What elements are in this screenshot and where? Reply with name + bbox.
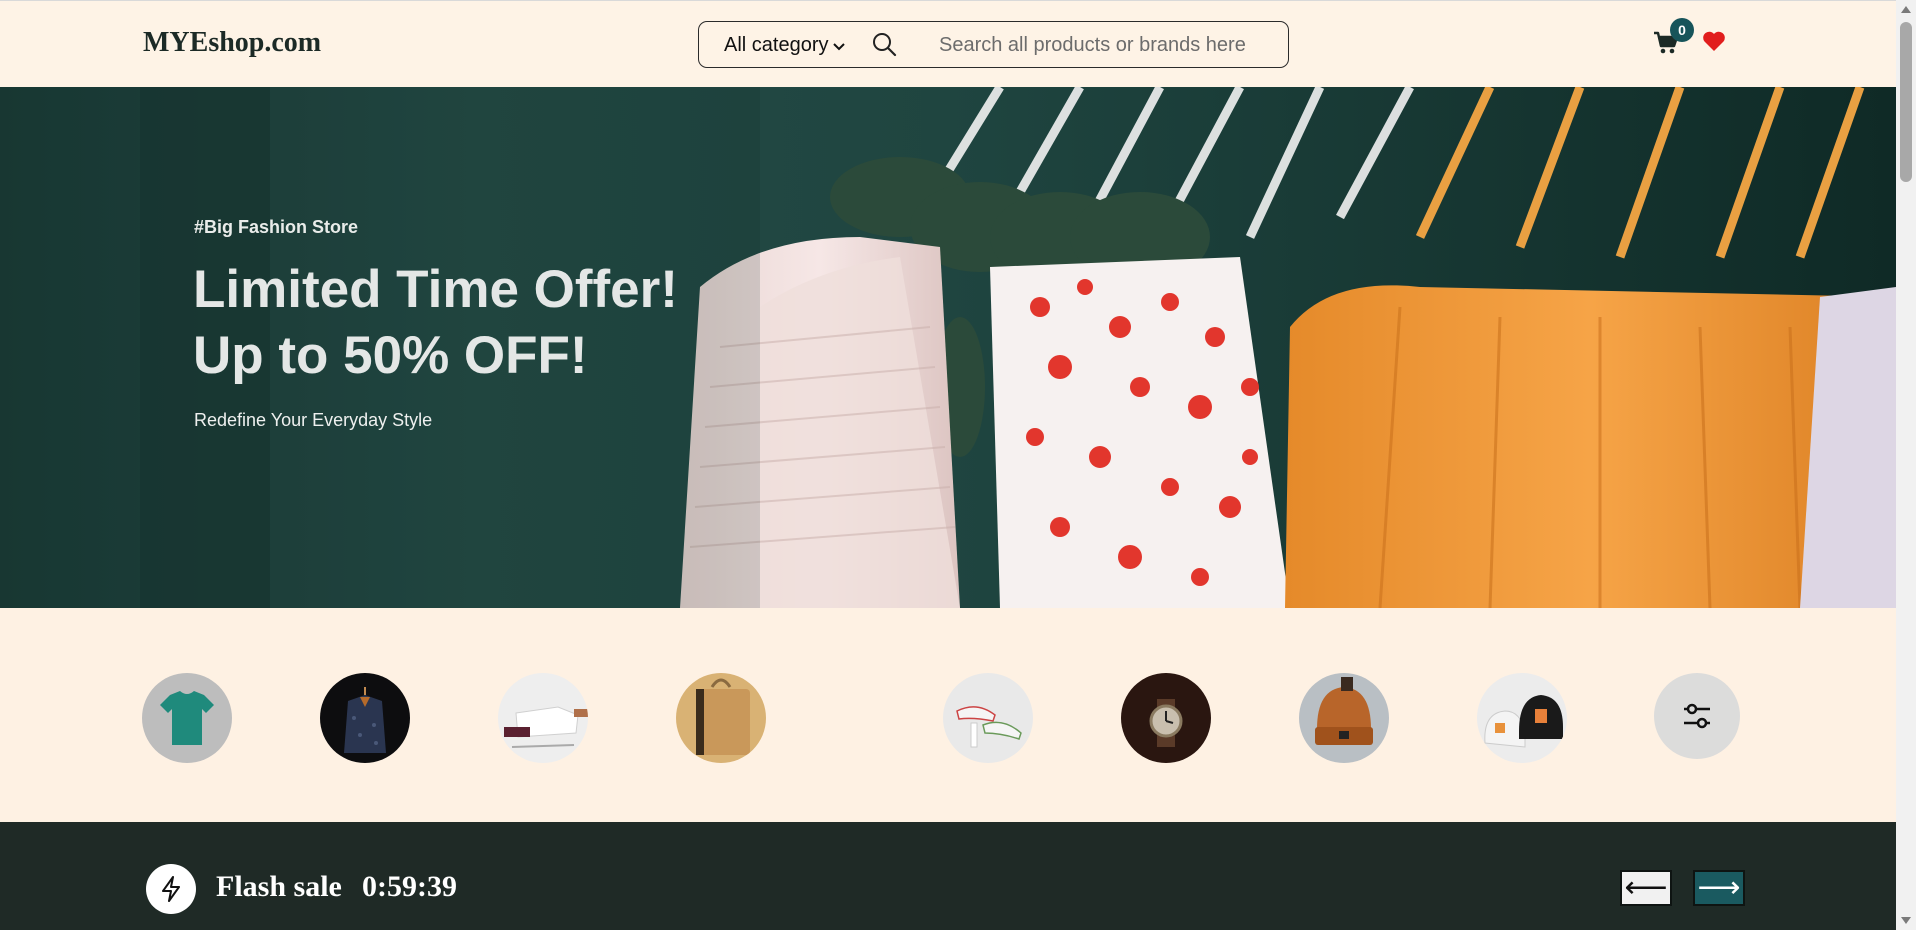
flash-sale-timer: 0:59:39 xyxy=(362,870,457,903)
hero-title-line2: Up to 50% OFF! xyxy=(193,326,588,385)
bag-icon xyxy=(676,673,766,763)
hero-title-line1: Limited Time Offer! xyxy=(193,260,678,319)
site-logo[interactable]: MYEshop.com xyxy=(143,27,321,59)
category-row xyxy=(0,608,1896,822)
scroll-up-arrow-icon[interactable] xyxy=(1901,6,1911,13)
page-scrollbar[interactable] xyxy=(1896,0,1916,930)
category-shirt[interactable] xyxy=(498,673,588,763)
category-sneakers[interactable] xyxy=(943,673,1033,763)
lightning-icon xyxy=(162,876,180,902)
hero-subtitle: Redefine Your Everyday Style xyxy=(194,410,433,430)
flash-sale-title: Flash sale xyxy=(216,870,342,903)
category-tshirt[interactable] xyxy=(142,673,232,763)
category-filter-button[interactable] xyxy=(1654,673,1740,759)
search-input[interactable] xyxy=(937,30,1271,60)
category-caps[interactable] xyxy=(1477,673,1567,763)
category-jacket[interactable] xyxy=(320,673,410,763)
sneaker-icon xyxy=(943,673,1033,763)
flash-sale-bar: Flash sale 0:59:39 ⟵ ⟶ xyxy=(0,822,1896,930)
shirt-icon xyxy=(498,673,588,763)
chevron-down-icon xyxy=(832,42,845,50)
category-dropdown[interactable]: All category xyxy=(724,34,845,57)
scroll-down-arrow-icon[interactable] xyxy=(1901,917,1911,924)
category-beanie[interactable] xyxy=(1299,673,1389,763)
site-header: MYEshop.com All category 0 xyxy=(0,0,1896,87)
category-dropdown-label: All category xyxy=(724,34,829,56)
hero-banner: #Big Fashion Store Limited Time Offer! U… xyxy=(0,87,1896,608)
filter-icon xyxy=(1684,703,1710,729)
search-bar: All category xyxy=(698,21,1289,68)
category-bag[interactable] xyxy=(676,673,766,763)
hero-tag: #Big Fashion Store xyxy=(194,217,359,237)
category-watch[interactable] xyxy=(1121,673,1211,763)
hero-title: Limited Time Offer! Up to 50% OFF! xyxy=(193,257,678,389)
flash-badge xyxy=(146,864,196,914)
scrollbar-thumb[interactable] xyxy=(1900,22,1912,182)
cap-icon xyxy=(1477,673,1567,763)
prev-button[interactable]: ⟵ xyxy=(1620,870,1672,906)
search-icon[interactable] xyxy=(871,31,897,57)
jacket-icon xyxy=(320,673,410,763)
cart-count-badge: 0 xyxy=(1670,18,1694,42)
heart-icon[interactable] xyxy=(1702,30,1726,52)
beanie-icon xyxy=(1299,673,1389,763)
watch-icon xyxy=(1121,673,1211,763)
next-button[interactable]: ⟶ xyxy=(1693,870,1745,906)
tshirt-icon xyxy=(142,673,232,763)
